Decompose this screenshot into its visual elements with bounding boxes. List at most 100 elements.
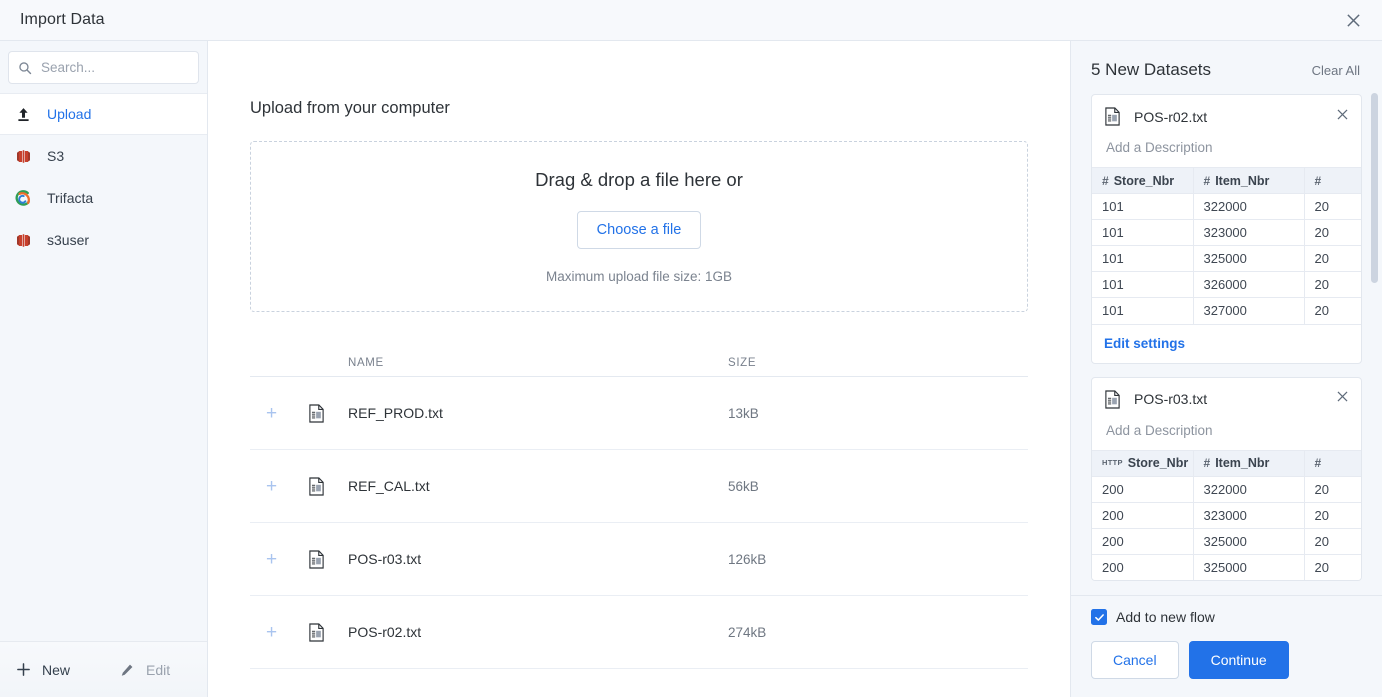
new-datasets-title: 5 New Datasets xyxy=(1091,60,1211,79)
column-header[interactable]: # xyxy=(1304,167,1361,194)
add-file-icon[interactable]: + xyxy=(250,549,277,570)
file-row[interactable]: +POS-r01.txt286kB xyxy=(250,669,1028,697)
sidebar-item-upload[interactable]: Upload xyxy=(0,93,207,135)
datasets-scrollbar[interactable] xyxy=(1371,93,1378,283)
search-container: / xyxy=(0,41,235,90)
table-row: 101 326000 20 xyxy=(1092,271,1361,298)
sidebar-item-s3user[interactable]: s3user xyxy=(0,219,207,261)
add-file-icon[interactable]: + xyxy=(250,622,277,643)
file-dropzone[interactable]: Drag & drop a file here or Choose a file… xyxy=(250,141,1028,312)
file-icon xyxy=(308,549,348,569)
file-name: POS-r03.txt xyxy=(348,551,422,567)
cancel-button[interactable]: Cancel xyxy=(1091,641,1179,679)
trifacta-icon xyxy=(12,188,34,208)
sidebar-nav: Upload S3 Trifacta s3user xyxy=(0,90,207,261)
file-icon xyxy=(308,403,348,423)
file-icon xyxy=(308,622,348,642)
file-name: REF_PROD.txt xyxy=(348,405,443,421)
dropzone-title: Drag & drop a file here or xyxy=(535,169,743,190)
column-header[interactable]: # Item_Nbr xyxy=(1193,167,1305,194)
table-row: 200 322000 20 xyxy=(1092,475,1361,502)
file-row[interactable]: + REF_CAL.txt 56kB xyxy=(250,450,1028,523)
column-label: Item_Nbr xyxy=(1215,173,1270,188)
cell: 322000 xyxy=(1193,475,1305,502)
new-button[interactable]: New xyxy=(14,661,70,679)
file-name: REF_CAL.txt xyxy=(348,478,430,494)
new-datasets-header: 5 New Datasets Clear All xyxy=(1071,41,1382,94)
table-row: 200 325000 20 xyxy=(1092,527,1361,554)
cell: 323000 xyxy=(1193,219,1305,246)
file-row[interactable]: + POS-r02.txt 274kB xyxy=(250,596,1028,669)
column-header[interactable]: # Item_Nbr xyxy=(1193,449,1305,476)
column-header[interactable]: # Store_Nbr xyxy=(1092,167,1194,194)
add-file-icon[interactable]: + xyxy=(250,476,277,497)
cell: 200 xyxy=(1092,527,1194,554)
page-title: Import Data xyxy=(20,11,105,28)
edit-button[interactable]: Edit xyxy=(118,661,170,679)
cell: 20 xyxy=(1304,501,1361,528)
remove-dataset-button[interactable] xyxy=(1331,103,1353,125)
column-type-icon: # xyxy=(1203,173,1211,188)
continue-button[interactable]: Continue xyxy=(1188,641,1289,679)
dataset-card-header: POS-r02.txt Add a Description xyxy=(1092,95,1361,167)
upload-section: Upload from your computer Drag & drop a … xyxy=(208,41,1070,697)
cell: 20 xyxy=(1304,193,1361,220)
s3-icon xyxy=(12,230,34,250)
file-size: 126kB xyxy=(728,551,767,567)
section-heading: Upload from your computer xyxy=(250,99,450,117)
search-box[interactable]: / xyxy=(8,51,235,84)
column-type-icon: HTTP xyxy=(1102,458,1123,467)
table-row: 200 325000 20 xyxy=(1092,553,1361,580)
main-content: Upload from your computer Drag & drop a … xyxy=(208,41,1070,697)
table-row: 101 327000 20 xyxy=(1092,297,1361,324)
sidebar-item-s3[interactable]: S3 xyxy=(0,135,207,177)
table-row: 101 323000 20 xyxy=(1092,219,1361,246)
table-row: 101 322000 20 xyxy=(1092,193,1361,220)
footer-actions: Cancel Continue xyxy=(1091,641,1362,679)
preview-header: HTTP Store_Nbr # Item_Nbr # xyxy=(1092,449,1361,476)
new-button-label: New xyxy=(42,661,71,678)
cell: 325000 xyxy=(1193,527,1305,554)
dialog-titlebar: Import Data xyxy=(0,0,1382,41)
column-header[interactable]: HTTP Store_Nbr xyxy=(1092,449,1194,476)
preview-body: 101 322000 20 101 323000 20 101 325000 20 101 3260… xyxy=(1092,193,1361,324)
datasets-scroll-area[interactable]: POS-r02.txt Add a Description # Store_Nbr # I… xyxy=(1071,94,1382,595)
clear-all-button[interactable]: Clear All xyxy=(1312,63,1360,78)
search-input[interactable] xyxy=(32,60,218,75)
dialog-body: / Upload xyxy=(0,41,1382,697)
file-size: 13kB xyxy=(728,405,759,421)
dataset-card: POS-r03.txt Add a Description HTTP Store_Nb… xyxy=(1091,376,1362,581)
sidebar-item-trifacta[interactable]: Trifacta xyxy=(0,177,207,219)
close-dialog-button[interactable] xyxy=(1338,5,1368,35)
file-size: 274kB xyxy=(728,624,767,640)
column-header[interactable]: # xyxy=(1304,449,1361,476)
cell: 325000 xyxy=(1193,553,1305,580)
cell: 101 xyxy=(1092,245,1194,272)
dataset-description-input[interactable]: Add a Description xyxy=(1104,126,1349,167)
column-type-icon: # xyxy=(1314,173,1322,188)
sidebar-footer: New Edit xyxy=(0,641,207,697)
pencil-icon xyxy=(118,661,136,679)
remove-dataset-button[interactable] xyxy=(1331,386,1353,408)
edit-settings-link[interactable]: Edit settings xyxy=(1092,323,1361,363)
table-row: 101 325000 20 xyxy=(1092,245,1361,272)
cell: 20 xyxy=(1304,271,1361,298)
file-icon xyxy=(1104,107,1121,126)
column-type-icon: # xyxy=(1314,456,1322,470)
choose-file-button[interactable]: Choose a file xyxy=(576,211,702,249)
sidebar-item-label: s3user xyxy=(47,232,90,248)
file-row[interactable]: + REF_PROD.txt 13kB xyxy=(250,377,1028,450)
cell: 101 xyxy=(1092,193,1194,220)
search-icon xyxy=(19,61,32,74)
cell: 200 xyxy=(1092,553,1194,580)
file-icon xyxy=(308,476,348,496)
dataset-description-input[interactable]: Add a Description xyxy=(1104,409,1349,450)
file-row[interactable]: + POS-r03.txt 126kB xyxy=(250,523,1028,596)
add-to-new-flow-checkbox[interactable]: Add to new flow xyxy=(1091,609,1362,625)
file-table-header: NAME SIZE xyxy=(250,349,1028,377)
plus-icon xyxy=(14,661,32,679)
column-label: Item_Nbr xyxy=(1215,456,1270,470)
add-file-icon[interactable]: + xyxy=(250,403,277,424)
sidebar-item-label: Upload xyxy=(47,106,92,122)
cell: 20 xyxy=(1304,219,1361,246)
